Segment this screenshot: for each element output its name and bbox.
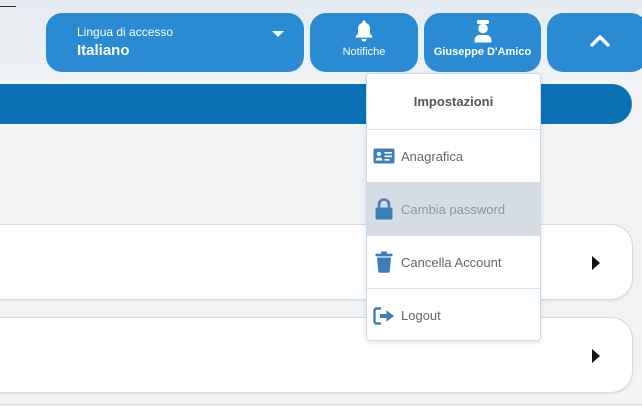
logout-icon — [373, 305, 395, 327]
user-avatar-icon — [474, 20, 491, 43]
trash-icon — [373, 251, 395, 273]
caret-down-icon — [272, 31, 284, 37]
settings-dropdown: Impostazioni Anagrafica Cambia password — [366, 73, 541, 341]
id-card-icon — [373, 145, 395, 167]
menu-item-cancella-account[interactable]: Cancella Account — [367, 236, 540, 289]
notifications-button[interactable]: Notifiche — [310, 13, 418, 72]
collapse-button[interactable] — [547, 13, 642, 72]
user-menu-button[interactable]: Giuseppe D'Amico — [424, 13, 541, 72]
lock-icon — [373, 198, 395, 220]
play-arrow-icon — [592, 349, 600, 363]
language-value: Italiano — [77, 42, 130, 59]
user-name: Giuseppe D'Amico — [433, 46, 532, 58]
menu-item-anagrafica[interactable]: Anagrafica — [367, 130, 540, 183]
menu-item-label: Cambia password — [401, 201, 506, 217]
bell-icon — [355, 20, 373, 42]
menu-item-label: Cancella Account — [401, 254, 502, 270]
notifications-label: Notifiche — [342, 46, 386, 58]
play-arrow-icon — [592, 256, 600, 270]
language-selector[interactable]: Lingua di accesso Italiano — [46, 13, 304, 72]
language-caption: Lingua di accesso — [77, 25, 174, 39]
divider — [0, 404, 642, 405]
menu-item-logout[interactable]: Logout — [367, 289, 540, 340]
corner-tick — [0, 6, 16, 7]
menu-item-cambia-password[interactable]: Cambia password — [367, 183, 540, 236]
menu-item-label: Anagrafica — [401, 148, 464, 164]
chevron-up-icon — [590, 35, 610, 47]
menu-item-label: Logout — [401, 308, 441, 323]
dropdown-title: Impostazioni — [367, 74, 540, 130]
